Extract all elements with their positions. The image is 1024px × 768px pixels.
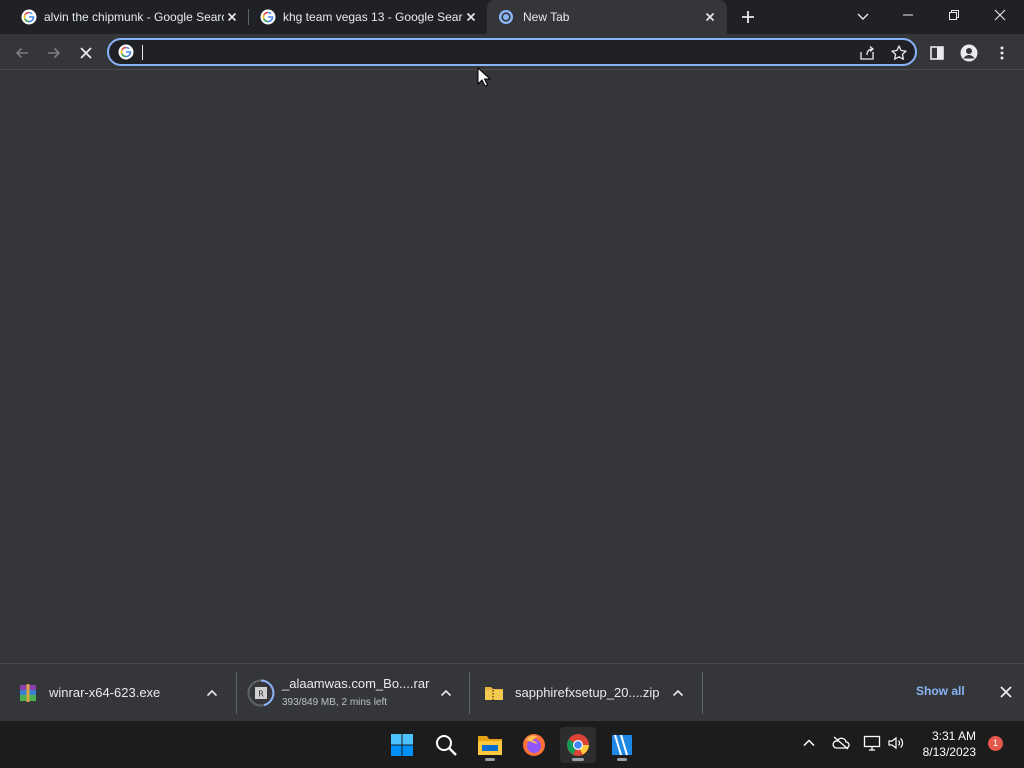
system-clock[interactable]: 3:31 AM 8/13/2023 xyxy=(904,728,976,760)
forward-button[interactable] xyxy=(40,39,68,67)
close-window-button[interactable] xyxy=(977,0,1023,30)
stop-x-icon xyxy=(80,47,92,59)
chevron-up-icon[interactable] xyxy=(438,685,454,701)
tab-strip: alvin the chipmunk - Google Search khg t… xyxy=(0,0,1024,34)
video-editor-button[interactable] xyxy=(604,727,640,763)
tab-alvin[interactable]: alvin the chipmunk - Google Search xyxy=(8,0,248,34)
close-download-shelf-icon[interactable] xyxy=(998,684,1014,700)
volume-tray-button[interactable] xyxy=(886,733,906,753)
chrome-menu-button[interactable] xyxy=(988,39,1016,67)
network-icon xyxy=(863,735,881,751)
download-progress-status: 393/849 MB, 2 mins left xyxy=(282,697,388,708)
clapperboard-icon xyxy=(612,734,632,756)
download-filename: _alaamwas.com_Bo....rar xyxy=(282,676,430,691)
tab-search-chevron-icon[interactable] xyxy=(855,8,871,24)
back-button[interactable] xyxy=(8,39,36,67)
minimize-icon xyxy=(903,14,913,16)
firefox-icon xyxy=(523,734,545,756)
restore-button[interactable] xyxy=(931,0,977,30)
new-tab-plus-icon[interactable] xyxy=(739,8,757,26)
chrome-taskbar-button[interactable] xyxy=(560,727,596,763)
google-icon xyxy=(260,9,276,25)
svg-text:R: R xyxy=(258,690,264,699)
bookmark-star-icon[interactable] xyxy=(890,44,908,62)
profile-button[interactable] xyxy=(955,39,983,67)
chevron-up-icon[interactable] xyxy=(670,685,686,701)
chevron-up-icon xyxy=(803,739,815,747)
rar-progress-icon: R xyxy=(247,679,275,707)
forward-arrow-icon xyxy=(48,47,61,59)
restore-icon xyxy=(949,10,959,20)
stop-loading-button[interactable] xyxy=(72,39,100,67)
profile-avatar-icon xyxy=(960,44,978,62)
chrome-icon xyxy=(567,734,589,756)
side-panel-icon xyxy=(930,46,944,60)
download-shelf: winrar-x64-623.exe R _alaamwas.com_Bo...… xyxy=(0,663,1024,721)
download-item-zip[interactable]: sapphirefxsetup_20....zip xyxy=(470,664,702,722)
back-arrow-icon xyxy=(15,47,28,59)
file-explorer-button[interactable] xyxy=(472,727,508,763)
show-all-downloads-link[interactable]: Show all xyxy=(916,684,965,698)
speaker-icon xyxy=(888,736,904,750)
kebab-menu-icon xyxy=(1000,46,1004,60)
notification-badge[interactable]: 1 xyxy=(988,736,1003,751)
google-icon xyxy=(21,9,37,25)
start-button[interactable] xyxy=(384,727,420,763)
running-indicator xyxy=(617,758,627,761)
page-content xyxy=(0,70,1024,663)
onedrive-tray-button[interactable] xyxy=(831,733,851,753)
tab-title: New Tab xyxy=(523,10,570,24)
tab-khg[interactable]: khg team vegas 13 - Google Search xyxy=(247,0,487,34)
close-tab-icon[interactable] xyxy=(463,9,479,25)
download-divider xyxy=(702,672,703,714)
running-indicator xyxy=(572,758,584,761)
tab-title: alvin the chipmunk - Google Search xyxy=(44,10,224,24)
show-hidden-icons-button[interactable] xyxy=(799,733,819,753)
minimize-button[interactable] xyxy=(885,0,931,30)
clock-time: 3:31 AM xyxy=(931,729,976,743)
close-tab-icon[interactable] xyxy=(702,9,718,25)
side-panel-button[interactable] xyxy=(923,39,951,67)
toolbar xyxy=(0,34,1024,70)
download-filename: sapphirefxsetup_20....zip xyxy=(515,685,660,700)
download-item-rar[interactable]: R _alaamwas.com_Bo....rar 393/849 MB, 2 … xyxy=(237,664,469,722)
windows-logo-icon xyxy=(391,734,413,756)
address-bar[interactable] xyxy=(107,38,917,66)
clock-date: 8/13/2023 xyxy=(922,745,976,759)
firefox-button[interactable] xyxy=(516,727,552,763)
taskbar-search-button[interactable] xyxy=(428,727,464,763)
mouse-pointer-icon xyxy=(477,67,491,87)
close-tab-icon[interactable] xyxy=(224,9,240,25)
download-item-winrar[interactable]: winrar-x64-623.exe xyxy=(0,664,236,722)
chrome-icon xyxy=(499,10,513,24)
close-icon xyxy=(994,9,1006,21)
download-filename: winrar-x64-623.exe xyxy=(49,685,161,700)
zip-folder-icon xyxy=(485,687,503,700)
winrar-icon xyxy=(20,684,36,702)
cloud-offline-icon xyxy=(832,736,850,750)
google-icon xyxy=(118,44,134,60)
folder-icon xyxy=(478,736,502,755)
address-input[interactable] xyxy=(139,42,839,62)
share-icon[interactable] xyxy=(858,44,876,62)
tab-new-tab[interactable]: New Tab xyxy=(487,0,727,34)
network-tray-button[interactable] xyxy=(862,733,882,753)
windows-taskbar: 3:31 AM 8/13/2023 1 xyxy=(0,721,1024,768)
search-icon xyxy=(436,735,457,756)
running-indicator xyxy=(485,758,495,761)
tab-title: khg team vegas 13 - Google Search xyxy=(283,10,463,24)
chevron-up-icon[interactable] xyxy=(204,685,220,701)
